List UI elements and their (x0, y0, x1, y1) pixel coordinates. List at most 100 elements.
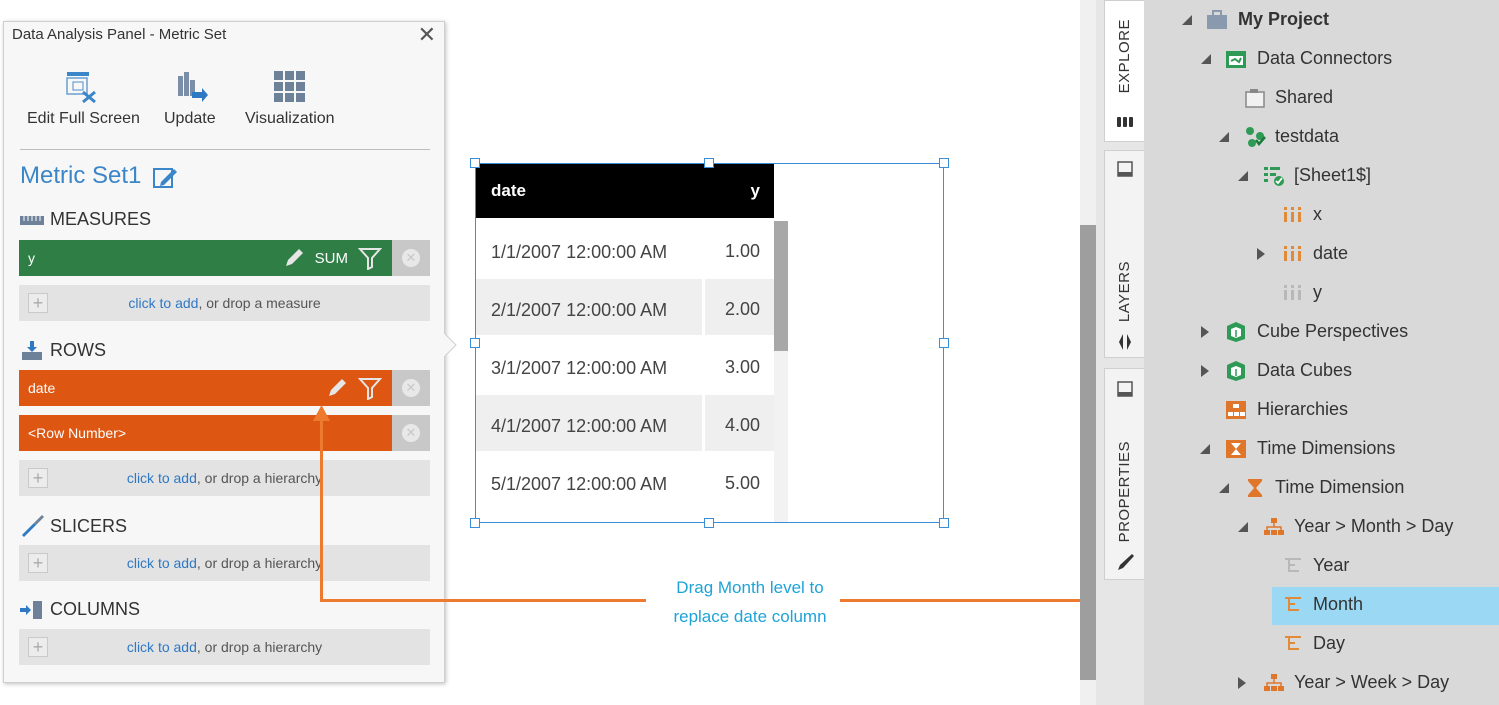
pencil-icon[interactable] (283, 247, 305, 269)
collapsed-arrow-icon[interactable] (1198, 364, 1212, 378)
folder-shared-icon (1245, 89, 1265, 108)
slicers-section-label: SLICERS (20, 515, 127, 537)
tree-label: Hierarchies (1257, 399, 1349, 419)
edit-pencil-icon[interactable] (153, 166, 179, 190)
measure-tools: SUM (283, 240, 382, 276)
tab-properties[interactable]: PROPERTIES (1104, 368, 1144, 580)
resize-handle-sw[interactable] (470, 518, 480, 528)
pencil-icon[interactable] (326, 377, 348, 399)
connector-arrow-head (313, 405, 330, 421)
tree-label: x (1313, 204, 1322, 224)
expanded-arrow-icon[interactable] (1217, 130, 1231, 144)
row-item-date[interactable]: date (19, 370, 392, 406)
column-icon (1284, 285, 1301, 300)
hierarchy-tree-icon (1264, 674, 1284, 691)
remove-row-date-button[interactable]: ✕ (392, 370, 430, 406)
expanded-arrow-icon[interactable] (1236, 520, 1250, 534)
columns-label-text: COLUMNS (50, 599, 141, 619)
slicer-knife-icon (22, 515, 44, 537)
column-icon (1284, 207, 1301, 222)
expanded-arrow-icon[interactable] (1217, 481, 1231, 495)
add-column-link[interactable]: click to add (127, 639, 197, 655)
resize-handle-ne[interactable] (939, 158, 949, 168)
update-label: Update (164, 110, 216, 127)
canvas-scrollbar[interactable] (1080, 0, 1096, 705)
tab-properties-label: PROPERTIES (1116, 441, 1133, 543)
panel-minimize-icon (1117, 161, 1133, 177)
tree-label: Time Dimensions (1257, 438, 1396, 458)
connector-line-vertical (320, 418, 323, 602)
cube-icon (1227, 361, 1245, 381)
visualization-button[interactable]: Visualization (245, 70, 335, 128)
panel-title: Data Analysis Panel - Metric Set (12, 26, 227, 43)
briefcase-icon (1207, 10, 1227, 29)
update-button[interactable]: Update (164, 70, 216, 128)
canvas-scrollbar-thumb[interactable] (1080, 225, 1096, 680)
add-slicer-link[interactable]: click to add (127, 555, 197, 571)
resize-handle-e[interactable] (939, 338, 949, 348)
data-source-icon (1246, 127, 1266, 147)
hierarchy-icon (1226, 401, 1246, 419)
metric-set-title: Metric Set1 (20, 162, 142, 189)
side-tab-strip: EXPLORE LAYERS PROPERTIES (1096, 0, 1144, 705)
panel-callout-pointer (444, 333, 457, 357)
tree-label: Year > Month > Day (1294, 516, 1454, 536)
add-column-text: click to add, or drop a hierarchy (19, 639, 430, 655)
tree-label: [Sheet1$] (1294, 165, 1372, 185)
add-slicer-suffix: , or drop a hierarchy (196, 555, 323, 571)
remove-measure-button[interactable]: ✕ (392, 240, 430, 276)
collapsed-arrow-icon[interactable] (1254, 247, 1268, 261)
edit-full-screen-button[interactable]: Edit Full Screen (27, 70, 140, 128)
expanded-arrow-icon[interactable] (1199, 52, 1213, 66)
level-icon (1285, 636, 1301, 650)
measure-item-y[interactable]: y SUM (19, 240, 392, 276)
add-measure-link[interactable]: click to add (128, 295, 198, 311)
resize-handle-n[interactable] (704, 158, 714, 168)
row-tools (326, 370, 382, 406)
tab-explore[interactable]: EXPLORE (1104, 0, 1144, 142)
layers-icon (1119, 334, 1131, 350)
remove-row-number-button[interactable]: ✕ (392, 415, 430, 451)
add-row-link[interactable]: click to add (127, 470, 197, 486)
expanded-arrow-icon[interactable] (1236, 169, 1250, 183)
measure-name: y (28, 250, 35, 266)
aggregation-label[interactable]: SUM (315, 250, 348, 267)
filter-icon[interactable] (358, 246, 382, 270)
tree-label: Day (1313, 633, 1346, 653)
row-name: <Row Number> (28, 425, 127, 441)
filter-icon[interactable] (358, 376, 382, 400)
collapsed-arrow-icon[interactable] (1198, 325, 1212, 339)
tree-label: Year (1313, 555, 1350, 575)
measures-section-label: MEASURES (20, 209, 151, 230)
tree-label: Month (1313, 594, 1364, 614)
ruler-icon (20, 215, 44, 225)
expanded-arrow-icon[interactable] (1180, 13, 1194, 27)
cube-icon (1227, 322, 1245, 342)
level-icon (1285, 597, 1301, 611)
collapsed-arrow-icon[interactable] (1235, 676, 1249, 690)
rows-section-label: ROWS (20, 340, 106, 361)
add-row-suffix: , or drop a hierarchy (196, 470, 323, 486)
resize-handle-w[interactable] (470, 338, 480, 348)
tree-selection-highlight (1272, 587, 1499, 625)
tab-explore-label: EXPLORE (1116, 19, 1133, 94)
update-icon (177, 72, 208, 102)
add-column-suffix: , or drop a hierarchy (196, 639, 323, 655)
close-circle-icon: ✕ (402, 379, 420, 397)
tab-layers[interactable]: LAYERS (1104, 150, 1144, 358)
resize-handle-nw[interactable] (470, 158, 480, 168)
rows-icon (22, 340, 42, 360)
tree-label: Time Dimension (1275, 477, 1405, 497)
close-icon[interactable]: ✕ (418, 23, 436, 47)
tree-label: y (1313, 282, 1322, 302)
screen: Data Analysis Panel - Metric Set ✕ Edit … (0, 0, 1499, 705)
resize-handle-se[interactable] (939, 518, 949, 528)
tree-label: My Project (1238, 9, 1330, 29)
row-name: date (28, 380, 56, 396)
close-circle-icon: ✕ (402, 424, 420, 442)
annotation-line-1: Drag Month level to (676, 578, 824, 597)
resize-handle-s[interactable] (704, 518, 714, 528)
row-item-row-number[interactable]: <Row Number> (19, 415, 392, 451)
expanded-arrow-icon[interactable] (1198, 442, 1212, 456)
drag-instruction-annotation: Drag Month level to replace date column (650, 573, 850, 631)
